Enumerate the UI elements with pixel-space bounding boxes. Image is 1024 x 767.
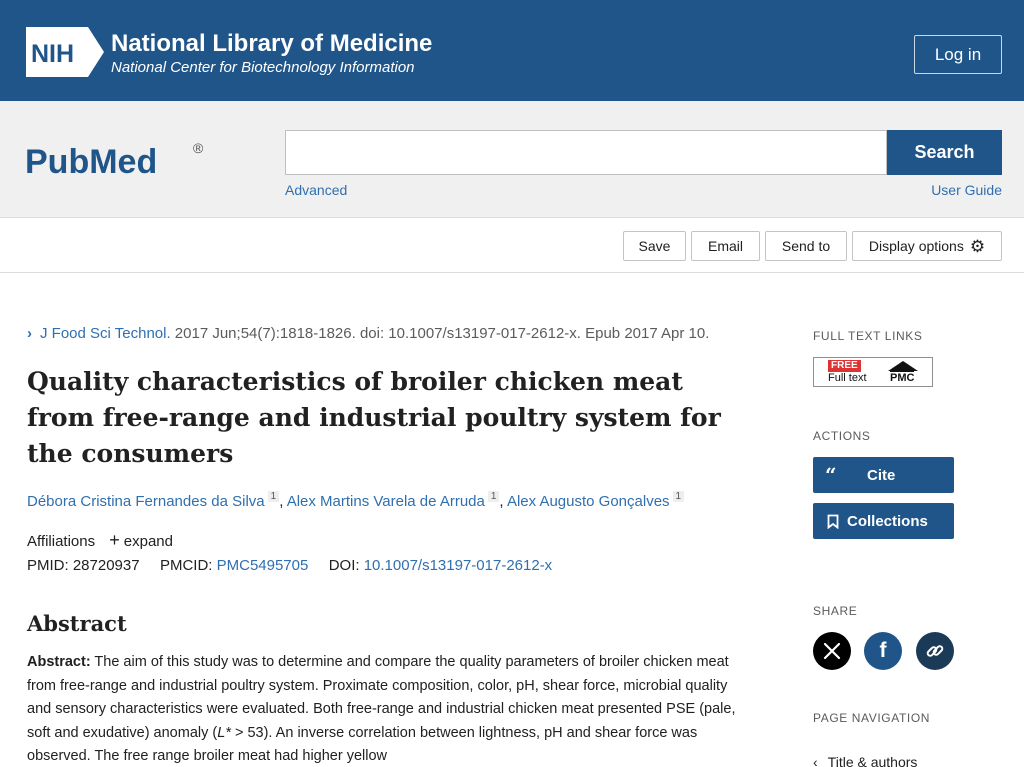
cite-button[interactable]: “ Cite [813,457,954,493]
affiliation-ref[interactable]: 1 [267,491,280,502]
article-title: Quality characteristics of broiler chick… [27,367,721,468]
nav-title-authors-label: Title & authors [827,754,918,767]
free-badge: FREE [828,360,861,372]
affiliations-label: Affiliations [27,533,96,550]
chevron-right-icon: › [27,325,32,342]
nih-logo[interactable]: NIH [26,27,104,77]
quote-icon: “ [825,463,837,487]
advanced-search-link[interactable]: Advanced [285,182,347,198]
gear-icon: ⚙ [969,236,986,256]
actions-heading: ACTIONS [813,429,871,443]
page-navigation-heading: PAGE NAVIGATION [813,711,931,725]
author-list: Débora Cristina Fernandes da Silva 1, Ale… [27,491,685,510]
pmcid-link[interactable]: PMC5495705 [217,557,309,574]
full-text-links-heading: FULL TEXT LINKS [813,329,923,343]
author-link[interactable]: Alex Augusto Gonçalves [507,493,670,510]
doi-label: DOI: [328,557,360,574]
affiliation-ref[interactable]: 1 [672,491,685,502]
link-icon [926,645,944,657]
expand-affiliations-button[interactable]: expand [124,533,173,550]
pubmed-logo-text: PubMed [25,143,157,181]
display-options-label: Display options [868,238,964,254]
citation-details: 2017 Jun;54(7):1818-1826. doi: 10.1007/s… [170,325,710,342]
pmcid-label: PMCID: [159,557,213,574]
cite-label: Cite [867,466,896,484]
search-button[interactable]: Search [887,130,1002,175]
citation: › J Food Sci Technol. 2017 Jun;54(7):1818… [27,325,709,342]
nav-title-authors[interactable]: ‹ Title & authors [813,754,917,767]
email-button[interactable]: Email [691,231,760,261]
full-text-label: Full text [828,372,867,384]
author-link[interactable]: Alex Martins Varela de Arruda [287,493,485,510]
nlm-title[interactable]: National Library of Medicine [111,30,432,58]
pmc-full-text-link[interactable]: FREE Full text PMC [813,357,933,387]
pmid-value: 28720937 [72,557,140,574]
user-guide-link[interactable]: User Guide [931,182,1002,198]
share-link-button[interactable] [916,632,954,670]
article-ids: PMID: 28720937 PMCID: PMC5495705 DOI: 10… [27,557,552,574]
display-options-button[interactable]: Display options ⚙ [852,231,1002,261]
save-button[interactable]: Save [623,231,686,261]
facebook-icon: f [879,639,887,662]
affiliation-ref[interactable]: 1 [487,491,500,502]
doi-link[interactable]: 10.1007/s13197-017-2612-x [364,557,552,574]
affiliations-row: Affiliations + expand [27,530,173,551]
ncbi-subtitle: National Center for Biotechnology Inform… [111,59,415,76]
abstract-text: Abstract: The aim of this study was to d… [27,651,739,767]
svg-text:®: ® [193,140,204,156]
x-logo-icon [823,642,841,660]
share-x-button[interactable] [813,632,851,670]
plus-icon[interactable]: + [109,530,120,550]
login-button[interactable]: Log in [914,35,1002,74]
chevron-left-icon: ‹ [813,754,818,767]
share-heading: SHARE [813,604,858,618]
nih-logo-text: NIH [31,40,74,68]
pmid-label: PMID: [27,557,69,574]
bookmark-icon [827,514,839,529]
send-to-button[interactable]: Send to [765,231,847,261]
collections-label: Collections [847,512,928,530]
journal-link[interactable]: J Food Sci Technol. [40,325,171,342]
pubmed-logo[interactable]: PubMed ® [25,125,210,187]
abstract-heading: Abstract [27,611,127,636]
author-link[interactable]: Débora Cristina Fernandes da Silva [27,493,265,510]
pmc-label: PMC [890,371,915,384]
collections-button[interactable]: Collections [813,503,954,539]
search-input[interactable] [285,130,887,175]
abstract-italic: L* [217,724,231,741]
abstract-label: Abstract: [27,654,91,670]
share-facebook-button[interactable]: f [864,632,902,670]
